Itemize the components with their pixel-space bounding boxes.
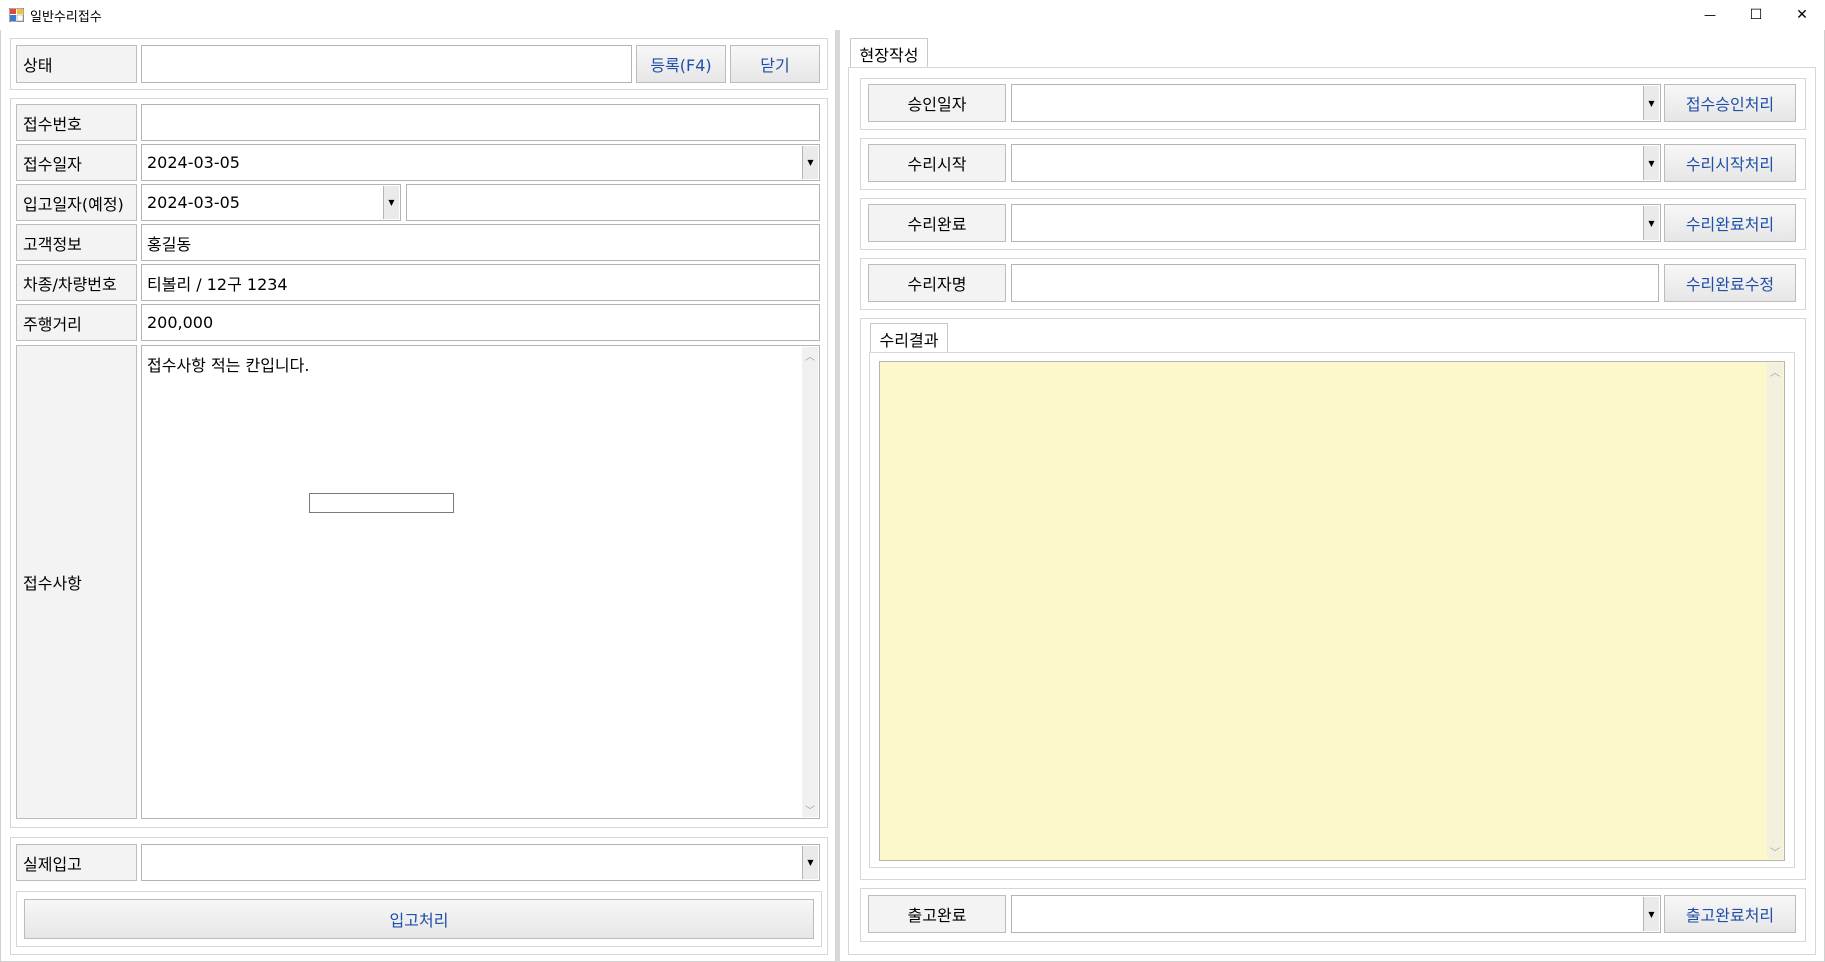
receipt-date-value: 2024-03-05 [147,153,240,172]
close-window-button[interactable]: ✕ [1779,0,1825,30]
tab-field-entry[interactable]: 현장작성 [850,38,928,68]
repair-result-textarea[interactable]: ︿ ﹀ [879,361,1785,861]
release-done-button[interactable]: 출고완료처리 [1664,895,1796,933]
panel-splitter[interactable] [835,30,840,962]
scroll-up-icon[interactable]: ︿ [802,347,818,363]
maximize-button[interactable]: ☐ [1733,0,1779,30]
receipt-date-picker[interactable]: 2024-03-05 ▼ [141,144,820,181]
dropdown-arrow-icon[interactable]: ▼ [383,186,399,219]
repairer-label: 수리자명 [868,264,1006,302]
notes-label: 접수사항 [16,345,137,819]
dropdown-arrow-icon[interactable]: ▼ [802,846,818,879]
actual-in-label: 실제입고 [16,844,137,881]
scroll-down-icon[interactable]: ﹀ [1767,843,1783,859]
repair-start-button[interactable]: 수리시작처리 [1664,144,1796,182]
notes-textarea[interactable]: 접수사항 적는 칸입니다. ︿ ﹀ [141,345,820,819]
dropdown-arrow-icon[interactable]: ▼ [1643,86,1659,120]
repair-done-picker[interactable]: ▼ [1011,204,1661,242]
receipt-no-field[interactable] [141,104,820,141]
release-done-label: 출고완료 [868,895,1006,933]
dropdown-arrow-icon[interactable]: ▼ [1643,146,1659,180]
expected-in-extra-field[interactable] [406,184,820,221]
title-bar: 일반수리접수 — ☐ ✕ [0,0,1825,30]
repairer-field[interactable] [1011,264,1659,302]
approve-receipt-button[interactable]: 접수승인처리 [1664,84,1796,122]
minimize-icon: — [1704,8,1716,22]
repair-done-label: 수리완료 [868,204,1006,242]
notes-text: 접수사항 적는 칸입니다. [147,356,310,375]
expected-in-date-picker[interactable]: 2024-03-05 ▼ [141,184,401,221]
scroll-up-icon[interactable]: ︿ [1767,363,1783,379]
repair-result-scrollbar[interactable]: ︿ ﹀ [1767,363,1783,859]
app-form-icon [9,8,24,22]
tab-repair-result[interactable]: 수리결과 [870,323,948,353]
expected-in-date-value: 2024-03-05 [147,193,240,212]
notes-scrollbar[interactable]: ︿ ﹀ [802,347,818,817]
approval-date-picker[interactable]: ▼ [1011,84,1661,122]
in-process-button[interactable]: 입고처리 [24,899,814,939]
expected-in-date-label: 입고일자(예정) [16,184,137,221]
register-button[interactable]: 등록(F4) [636,45,726,83]
minimize-button[interactable]: — [1687,0,1733,30]
edit-repair-done-button[interactable]: 수리완료수정 [1664,264,1796,302]
dropdown-arrow-icon[interactable]: ▼ [1643,206,1659,240]
approval-date-label: 승인일자 [868,84,1006,122]
receipt-date-label: 접수일자 [16,144,137,181]
vehicle-label: 차종/차량번호 [16,264,137,301]
floating-edit-box [309,493,454,513]
receipt-no-label: 접수번호 [16,104,137,141]
status-label: 상태 [16,45,137,83]
vehicle-field[interactable]: 티볼리 / 12구 1234 [141,264,820,301]
customer-field[interactable]: 홍길동 [141,224,820,261]
release-done-picker[interactable]: ▼ [1011,895,1661,933]
customer-label: 고객정보 [16,224,137,261]
mileage-field[interactable]: 200,000 [141,304,820,341]
repair-done-button[interactable]: 수리완료처리 [1664,204,1796,242]
repair-start-picker[interactable]: ▼ [1011,144,1661,182]
maximize-icon: ☐ [1749,7,1763,23]
actual-in-picker[interactable]: ▼ [141,844,820,881]
dropdown-arrow-icon[interactable]: ▼ [1643,897,1659,931]
close-icon: ✕ [1796,7,1808,23]
close-button[interactable]: 닫기 [730,45,820,83]
window-title: 일반수리접수 [30,10,102,25]
dropdown-arrow-icon[interactable]: ▼ [802,146,818,179]
repair-start-label: 수리시작 [868,144,1006,182]
status-field[interactable] [141,45,632,83]
mileage-label: 주행거리 [16,304,137,341]
scroll-down-icon[interactable]: ﹀ [802,801,818,817]
